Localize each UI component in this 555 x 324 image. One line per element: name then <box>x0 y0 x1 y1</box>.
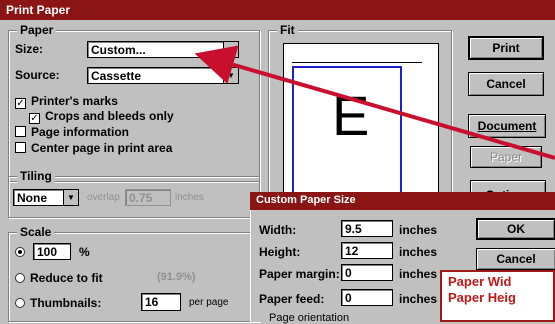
arrow-to-size-icon <box>194 45 555 160</box>
annotation-arrows <box>194 45 555 160</box>
